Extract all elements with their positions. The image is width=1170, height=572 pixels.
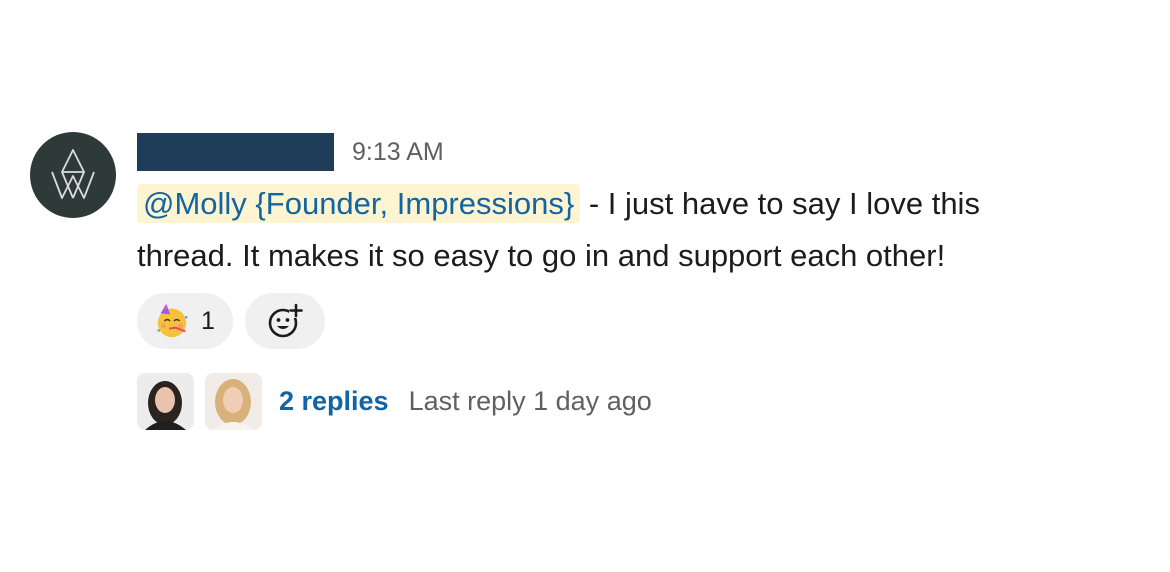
user-mention[interactable]: @Molly {Founder, Impressions}: [137, 184, 581, 223]
reaction-count: 1: [201, 306, 215, 335]
reaction-partying-face[interactable]: 1: [137, 293, 233, 349]
message-text-line2: thread. It makes it so easy to go in and…: [137, 238, 946, 273]
sender-name-redacted[interactable]: [137, 133, 334, 171]
add-emoji-icon: [268, 303, 303, 338]
message-content: 9:13 AM @Molly {Founder, Impressions} - …: [137, 130, 1137, 430]
partying-face-icon: [157, 303, 188, 338]
thread-summary[interactable]: 2 replies Last reply 1 day ago: [137, 372, 1137, 430]
add-reaction-button[interactable]: [244, 293, 325, 349]
timestamp[interactable]: 9:13 AM: [352, 138, 444, 167]
org-logo-icon: [51, 149, 95, 199]
message-header: 9:13 AM: [137, 130, 1137, 174]
last-reply-text: Last reply 1 day ago: [408, 385, 652, 416]
message-text-line1: - I just have to say I love this: [580, 186, 980, 221]
reply-avatar-1[interactable]: [137, 372, 194, 430]
message-body: @Molly {Founder, Impressions} - I just h…: [137, 178, 1137, 282]
replies-link[interactable]: 2 replies: [279, 386, 389, 417]
reply-avatar-2[interactable]: [205, 372, 262, 430]
org-avatar[interactable]: [30, 132, 116, 218]
reactions-bar: 1: [137, 292, 1137, 350]
